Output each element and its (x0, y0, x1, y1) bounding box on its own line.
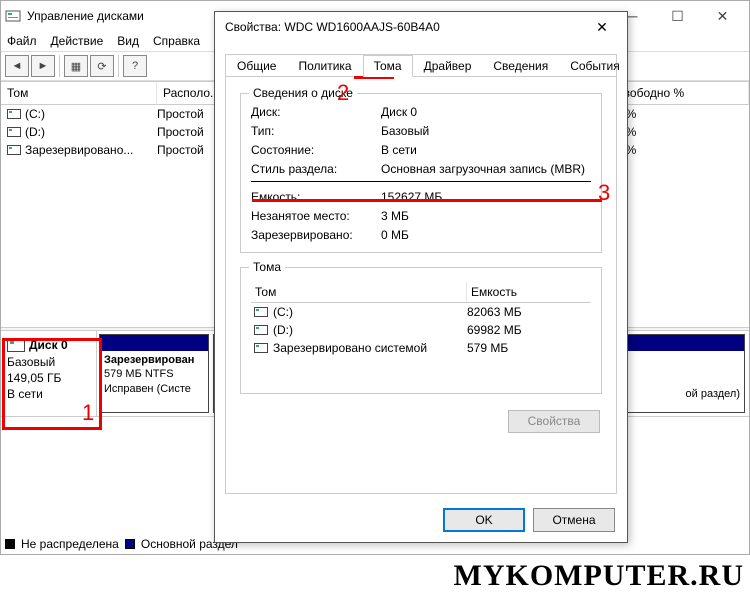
window-controls: ─ ☐ ✕ (610, 1, 745, 31)
dialog-body: Общие Политика Тома Драйвер Сведения Соб… (225, 54, 617, 494)
volume-name: Зарезервировано... (25, 143, 133, 157)
tab-strip: Общие Политика Тома Драйвер Сведения Соб… (226, 55, 616, 77)
dialog-volume-row[interactable]: Зарезервировано системой 579 МБ (251, 339, 591, 357)
drive-icon (7, 145, 21, 155)
label-partition-style: Стиль раздела: (251, 162, 381, 176)
toolbar-back[interactable]: ◄ (5, 55, 29, 77)
dialog-volume-capacity: 82063 МБ (467, 305, 591, 319)
dialog-close-button[interactable]: ✕ (587, 19, 617, 36)
tab-events[interactable]: События (559, 55, 631, 77)
tab-general[interactable]: Общие (226, 55, 287, 77)
tab-details[interactable]: Сведения (482, 55, 559, 77)
legend-swatch-primary (125, 539, 135, 549)
tab-volumes[interactable]: Тома (363, 55, 413, 77)
label-state: Состояние: (251, 143, 381, 157)
annotation-2: 2 (337, 80, 349, 106)
value-type: Базовый (381, 124, 429, 138)
value-state: В сети (381, 143, 417, 157)
volumes-legend: Тома (249, 260, 285, 274)
ok-button[interactable]: OK (443, 508, 525, 532)
toolbar-help[interactable]: ? (123, 55, 147, 77)
volume-free: 21 % (609, 143, 749, 157)
partition-title: Зарезервирован (104, 354, 194, 366)
dialog-volume-capacity: 69982 МБ (467, 323, 591, 337)
dialog-volume-name: (D:) (273, 323, 293, 337)
drive-icon (254, 325, 268, 335)
menu-file[interactable]: Файл (7, 34, 37, 48)
legend-label-unallocated: Не распределена (21, 537, 119, 551)
column-layout[interactable]: Располо... (157, 82, 219, 105)
menu-help[interactable]: Справка (153, 34, 200, 48)
value-disk: Диск 0 (381, 105, 417, 119)
label-type: Тип: (251, 124, 381, 138)
column-free[interactable]: Свободно % (609, 82, 749, 105)
dialog-volume-capacity: 579 МБ (467, 341, 591, 355)
app-icon (5, 8, 21, 24)
separator-line (251, 181, 591, 182)
properties-button-row: Свойства (240, 410, 600, 433)
annotation-underline-style (252, 199, 602, 202)
dialog-volume-row[interactable]: (C:) 82063 МБ (251, 303, 591, 321)
watermark: MYKOMPUTER.RU (454, 559, 744, 593)
volume-name: (C:) (25, 107, 45, 121)
annotation-3: 3 (598, 180, 610, 206)
drive-icon (254, 343, 268, 353)
partition-status: Исправен (Систе (104, 383, 191, 395)
dialog-buttons: OK Отмена (443, 508, 615, 532)
dialog-title: Свойства: WDC WD1600AAJS-60B4A0 (225, 20, 587, 34)
partition-reserved[interactable]: Зарезервирован 579 МБ NTFS Исправен (Сис… (99, 334, 209, 413)
toolbar-views[interactable]: ▦ (64, 55, 88, 77)
drive-icon (7, 127, 21, 137)
tab-driver[interactable]: Драйвер (413, 55, 483, 77)
label-disk: Диск: (251, 105, 381, 119)
partition-status-suffix: ой раздел) (686, 388, 740, 400)
legend-swatch-unallocated (5, 539, 15, 549)
volume-properties-button[interactable]: Свойства (508, 410, 600, 433)
volume-layout: Простой (157, 107, 219, 121)
dialog-volumes-header: Том Емкость (251, 282, 591, 303)
cancel-button[interactable]: Отмена (533, 508, 615, 532)
partition-color-bar (100, 335, 208, 351)
menu-view[interactable]: Вид (117, 34, 139, 48)
volume-free: 55 % (609, 107, 749, 121)
column-volume[interactable]: Том (1, 82, 157, 105)
disk-info-group: Сведения о диске Диск:Диск 0 Тип:Базовый… (240, 93, 602, 253)
volume-layout: Простой (157, 143, 219, 157)
toolbar-refresh[interactable]: ⟳ (90, 55, 114, 77)
drive-icon (254, 307, 268, 317)
dialog-column-volume[interactable]: Том (251, 282, 467, 302)
menu-action[interactable]: Действие (51, 34, 104, 48)
label-reserved: Зарезервировано: (251, 228, 381, 242)
close-button[interactable]: ✕ (700, 1, 745, 31)
tab-policy[interactable]: Политика (287, 55, 362, 77)
toolbar-separator (59, 55, 60, 77)
maximize-button[interactable]: ☐ (655, 1, 700, 31)
toolbar-separator (118, 55, 119, 77)
dialog-volume-name: (C:) (273, 305, 293, 319)
legend: Не распределена Основной раздел (5, 535, 238, 553)
volumes-group: Тома Том Емкость (C:) 82063 МБ (D:) 6998… (240, 267, 602, 394)
drive-icon (7, 109, 21, 119)
dialog-volumes-table: Том Емкость (C:) 82063 МБ (D:) 69982 МБ … (251, 282, 591, 357)
dialog-titlebar: Свойства: WDC WD1600AAJS-60B4A0 ✕ (215, 12, 627, 42)
volume-free: 85 % (609, 125, 749, 139)
dialog-volume-row[interactable]: (D:) 69982 МБ (251, 321, 591, 339)
toolbar-forward[interactable]: ► (31, 55, 55, 77)
value-reserved: 0 МБ (381, 228, 409, 242)
volume-layout: Простой (157, 125, 219, 139)
dialog-column-capacity[interactable]: Емкость (467, 282, 591, 302)
volume-name: (D:) (25, 125, 45, 139)
dialog-volume-name: Зарезервировано системой (273, 341, 427, 355)
value-unallocated: 3 МБ (381, 209, 409, 223)
label-unallocated: Незанятое место: (251, 209, 381, 223)
partition-size: 579 МБ NTFS (104, 368, 174, 380)
annotation-1: 1 (82, 400, 94, 426)
value-partition-style: Основная загрузочная запись (MBR) (381, 162, 585, 176)
tab-content: Сведения о диске Диск:Диск 0 Тип:Базовый… (226, 77, 616, 433)
properties-dialog: Свойства: WDC WD1600AAJS-60B4A0 ✕ Общие … (214, 11, 628, 543)
